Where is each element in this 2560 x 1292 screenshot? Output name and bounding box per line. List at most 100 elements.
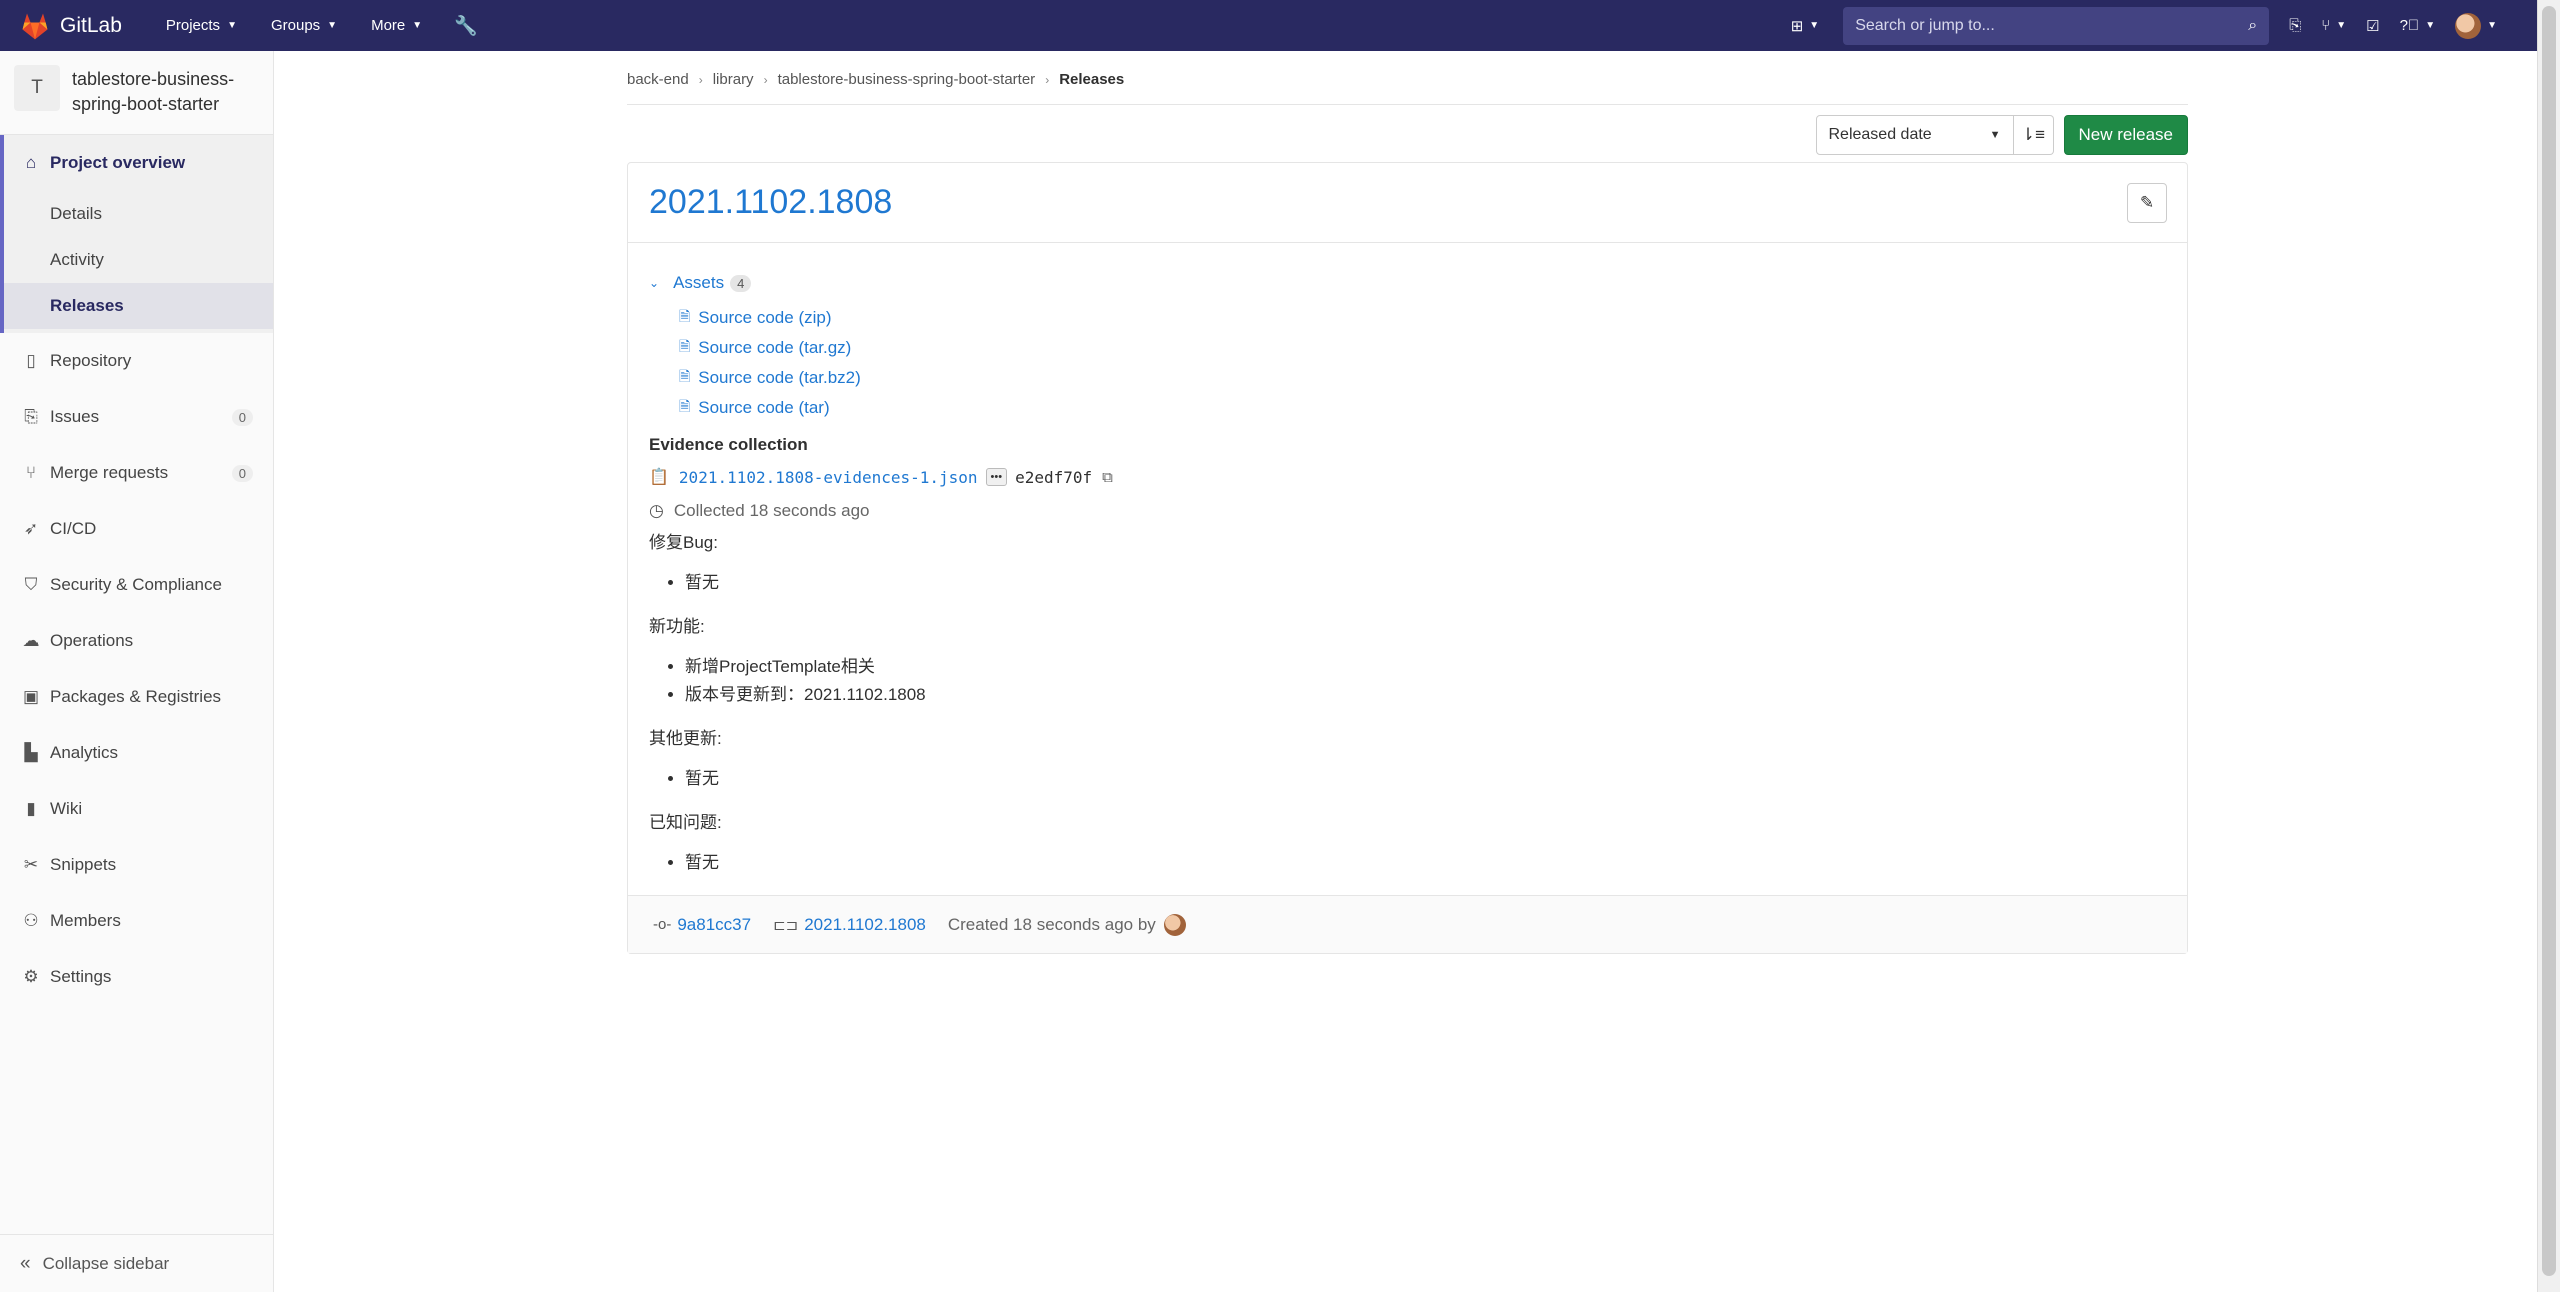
nav-projects-label: Projects [165,17,221,34]
search-input[interactable] [1855,16,2249,35]
evidence-file-link[interactable]: 2021.1102.1808-evidences-1.json [679,468,978,487]
edit-release-button[interactable]: ✎ [2127,182,2167,223]
created-text: Created 18 seconds ago by [947,914,1156,934]
sidebar-item-members[interactable]: ⚇ Members [0,893,273,949]
notes-heading: 修复Bug: [649,533,718,552]
release-title[interactable]: 2021.1102.1808 [649,183,892,222]
sidebar-item-snippets[interactable]: ✂ Snippets [0,837,273,893]
main-content: back-end › library › tablestore-business-s… [627,51,2188,954]
merge-requests-count-badge: 0 [231,464,253,482]
avatar[interactable] [1163,913,1186,936]
sidebar-item-analytics[interactable]: ▙ Analytics [0,725,273,781]
sidebar-item-issues[interactable]: ⎘ Issues 0 [0,389,273,445]
sidebar-item-label: Merge requests [50,463,169,482]
notes-list-item: 新增ProjectTemplate相关 [685,653,2166,681]
asset-label: Source code (tar) [698,398,830,417]
breadcrumb-link[interactable]: tablestore-business-spring-boot-starter [778,71,1036,88]
sidebar-subitem-activity[interactable]: Activity [4,237,273,283]
breadcrumb-link[interactable]: back-end [627,71,689,88]
sidebar-item-repository[interactable]: ▯ Repository [0,333,273,389]
nav-projects-dropdown[interactable]: Projects ▼ [156,0,247,51]
release-notes: 修复Bug: 暂无 新功能: 新增ProjectTemplate相关 版本号更新… [649,531,2166,877]
notes-heading: 已知问题: [649,813,722,832]
sidebar-item-operations[interactable]: ☁ Operations [0,613,273,669]
user-menu-dropdown[interactable]: ▼ [2445,0,2507,51]
sidebar-item-project-overview[interactable]: ⌂ Project overview [4,135,273,191]
commit-link[interactable]: 9a81cc37 [677,915,751,935]
collapse-sidebar-button[interactable]: « Collapse sidebar [0,1234,273,1292]
chevron-down-icon: ▼ [227,20,237,31]
nav-groups-dropdown[interactable]: Groups ▼ [261,0,347,51]
help-icon: ?⃝ [2399,17,2420,34]
help-dropdown[interactable]: ?⃝ ▼ [2390,0,2446,51]
asset-link[interactable]: 🗎 Source code (tar.bz2) [679,363,2166,393]
merge-requests-dropdown[interactable]: ⑂ ▼ [2311,0,2356,51]
sidebar-item-label: Operations [50,631,134,650]
asset-link[interactable]: 🗎 Source code (zip) [679,303,2166,333]
asset-label: Source code (tar.gz) [698,338,852,357]
sidebar-item-security-compliance[interactable]: ⛉ Security & Compliance [0,557,273,613]
breadcrumb-current[interactable]: Releases [1059,71,1124,88]
book-icon: ▮ [26,799,36,818]
nav-more-label: More [371,17,406,34]
sidebar-item-merge-requests[interactable]: ⑂ Merge requests 0 [0,445,273,501]
sidebar-item-ci-cd[interactable]: ➶ CI/CD [0,501,273,557]
sidebar-subitem-releases[interactable]: Releases [4,283,273,329]
asset-link[interactable]: 🗎 Source code (tar.gz) [679,333,2166,363]
chart-icon: ▙ [24,743,38,762]
sidebar-item-label: Activity [50,250,104,269]
merge-request-icon: ⑂ [2321,17,2331,34]
commit-icon: -o- [653,916,672,933]
project-header-link[interactable]: T tablestore-business-spring-boot-starte… [0,51,273,135]
release-card-header: 2021.1102.1808 ✎ [628,163,2187,243]
evidence-row: 📋 2021.1102.1808-evidences-1.json ••• e2… [649,465,2166,489]
sort-by-select[interactable]: Released date ▼ [1815,115,2014,155]
chevron-down-icon: ▼ [327,20,338,31]
breadcrumb-link[interactable]: library [713,71,754,88]
issues-nav-icon[interactable]: ⎘ [2279,0,2311,51]
gitlab-home-link[interactable]: GitLab [18,0,122,51]
expand-sha-button[interactable]: ••• [985,468,1008,486]
users-icon: ⚇ [23,911,39,930]
project-avatar: T [14,65,60,111]
todos-nav-icon[interactable]: ☑ [2356,0,2389,51]
page-scrollbar[interactable] [2537,0,2560,1292]
asset-link[interactable]: 🗎 Source code (tar) [679,393,2166,423]
assets-count-badge: 4 [730,274,752,292]
collected-text: Collected 18 seconds ago [673,501,870,520]
brand-name: GitLab [60,13,122,37]
assets-toggle[interactable]: ⌄ Assets 4 [649,273,2166,293]
sidebar-subitem-details[interactable]: Details [4,191,273,237]
nav-more-dropdown[interactable]: More ▼ [361,0,432,51]
tag-link[interactable]: 2021.1102.1808 [804,915,926,935]
issues-icon: ⎘ [24,407,38,426]
sidebar-item-wiki[interactable]: ▮ Wiki [0,781,273,837]
admin-wrench-icon[interactable]: 🔧 [446,14,486,38]
sidebar-item-label: Issues [50,407,100,426]
rocket-icon: ➶ [23,519,39,538]
sidebar-item-label: Repository [50,351,132,370]
scrollbar-thumb[interactable] [2542,6,2556,1276]
sidebar-item-settings[interactable]: ⚙ Settings [0,949,273,1005]
issues-icon: ⎘ [2289,17,2302,34]
sidebar-item-label: CI/CD [50,519,97,538]
breadcrumb: back-end › library › tablestore-business-s… [627,51,2188,105]
doc-code-icon: 🗎 [679,398,691,414]
chevron-down-icon: ▼ [1809,20,1820,31]
new-release-button[interactable]: New release [2063,115,2188,155]
copy-icon[interactable]: ⧉ [1102,469,1113,486]
assets-list: 🗎 Source code (zip) 🗎 Source code (tar.gz)… [679,303,2166,423]
sidebar-item-packages-registries[interactable]: ▣ Packages & Registries [0,669,273,725]
sort-direction-button[interactable]: ⇂≡ [2013,115,2054,155]
search-icon[interactable]: ⌕ [2248,17,2257,35]
evidence-collected: ◷ Collected 18 seconds ago [649,501,2166,521]
doc-code-icon: 🗎 [679,338,691,354]
new-item-dropdown[interactable]: ⊞ ▼ [1781,0,1829,51]
asset-label: Source code (tar.bz2) [698,368,861,387]
sidebar-item-label: Members [50,911,121,930]
notes-list-item: 暂无 [685,569,2166,597]
evidence-collection-heading: Evidence collection [649,435,808,454]
clock-icon: ◷ [649,501,664,520]
notes-heading: 其他更新: [649,729,722,748]
chevron-down-icon: ⌄ [649,276,660,290]
